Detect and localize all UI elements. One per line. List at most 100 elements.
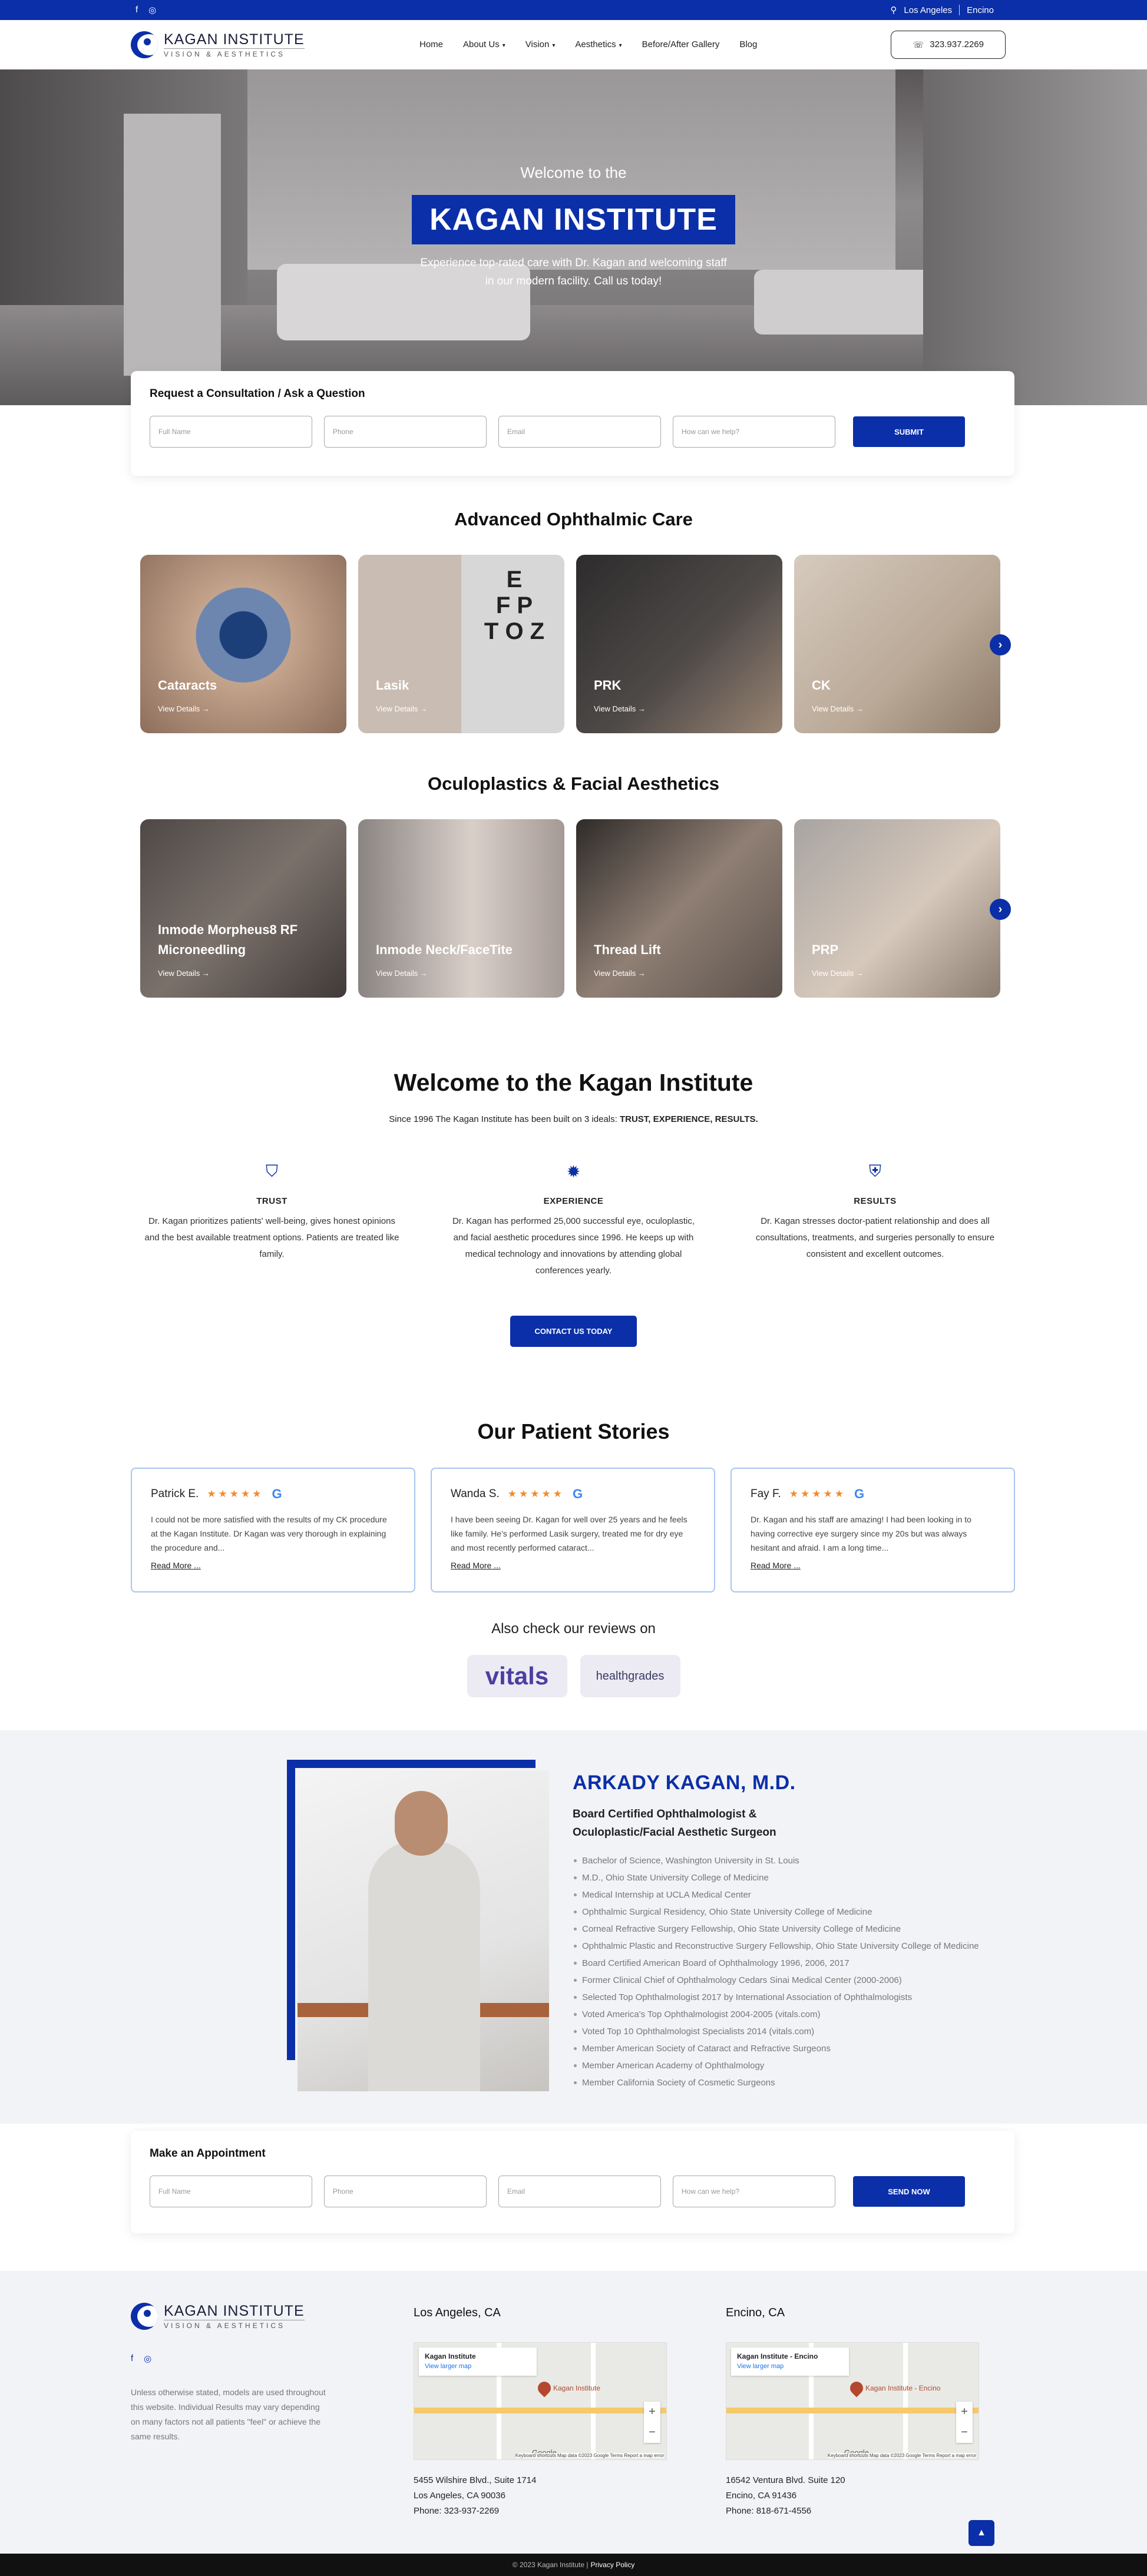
zoom-in-icon: + [649, 2405, 656, 2418]
location-los-angeles[interactable]: Los Angeles [904, 5, 952, 15]
logo[interactable]: KAGAN INSTITUTE VISION & AESTHETICS [131, 31, 414, 58]
view-details-link[interactable]: View Details → [812, 704, 864, 713]
nav-blog[interactable]: Blog [739, 39, 757, 49]
view-details-link[interactable]: View Details → [158, 969, 210, 978]
view-details-link[interactable]: View Details → [594, 969, 646, 978]
view-details-link[interactable]: View Details → [376, 969, 428, 978]
service-card-cataracts[interactable]: Cataracts View Details → [140, 555, 346, 733]
submit-button[interactable]: SUBMIT [853, 416, 965, 447]
chevron-down-icon: ▾ [619, 42, 622, 49]
view-larger-map-link[interactable]: View larger map [425, 2363, 471, 2370]
location-switcher: ⚲ Los Angeles Encino [890, 5, 994, 15]
view-details-link[interactable]: View Details → [594, 704, 646, 713]
nav-home[interactable]: Home [419, 39, 443, 49]
service-card-facetite[interactable]: Inmode Neck/FaceTite View Details → [358, 819, 564, 998]
office-phone[interactable]: Phone: 323-937-2269 [414, 2504, 667, 2519]
welcome-section: Welcome to the Kagan Institute Since 199… [0, 1069, 1147, 1347]
service-card-thread-lift[interactable]: Thread Lift View Details → [576, 819, 782, 998]
full-name-input[interactable]: Full Name [150, 416, 312, 448]
nav-about-us[interactable]: About Us ▾ [463, 39, 505, 49]
service-card-ck[interactable]: CK View Details → [794, 555, 1000, 733]
hero-title: KAGAN INSTITUTE [412, 195, 735, 244]
view-details-link[interactable]: View Details → [376, 704, 428, 713]
read-more-link[interactable]: Read More ... [151, 1561, 395, 1570]
phone-input[interactable]: Phone [324, 416, 487, 448]
email-input[interactable]: Email [498, 416, 661, 448]
footer-logo[interactable]: KAGAN INSTITUTE VISION & AESTHETICS [131, 2303, 331, 2330]
email-input[interactable]: Email [498, 2176, 661, 2207]
nav-vision[interactable]: Vision ▾ [525, 39, 556, 49]
instagram-icon[interactable]: ◎ [148, 5, 156, 15]
review-card: Fay F. ★★★★★ G Dr. Kagan and his staff are… [730, 1468, 1015, 1592]
divider [959, 5, 960, 15]
read-more-link[interactable]: Read More ... [451, 1561, 695, 1570]
service-card-prp[interactable]: PRP View Details → [794, 819, 1000, 998]
section-title: Advanced Ophthalmic Care [454, 509, 693, 529]
patient-stories: Our Patient Stories Patrick E. ★★★★★ G I c… [0, 1419, 1147, 1697]
service-card-lasik[interactable]: EF PT O Z Lasik View Details → [358, 555, 564, 733]
chevron-right-icon: › [998, 902, 1003, 916]
map-zoom-control[interactable]: + − [644, 2402, 660, 2443]
arrow-up-icon: ▲ [977, 2528, 986, 2538]
ideal-experience: ✹ EXPERIENCE Dr. Kagan has performed 25,… [447, 1158, 701, 1279]
credentials-list: Bachelor of Science, Washington Universi… [573, 1852, 1020, 2091]
phone-input[interactable]: Phone [324, 2176, 487, 2207]
ideal-trust: ⛉ TRUST Dr. Kagan prioritizes patients' … [145, 1158, 399, 1279]
map-embed[interactable]: Kagan Institute View larger map Kagan Ins… [414, 2342, 667, 2460]
healthgrades-badge[interactable]: healthgrades [580, 1655, 680, 1697]
send-now-button[interactable]: SEND NOW [853, 2176, 965, 2207]
consultation-form: Request a Consultation / Ask a Question … [131, 371, 1014, 476]
logo-mark-icon [131, 31, 158, 58]
copyright-bar: © 2023 Kagan Institute | Privacy Policy [0, 2554, 1147, 2576]
gear-badge-icon: ✹ [566, 1162, 581, 1181]
instagram-icon[interactable]: ◎ [144, 2353, 151, 2364]
map-embed[interactable]: Kagan Institute - Encino View larger map … [726, 2342, 979, 2460]
nav-gallery[interactable]: Before/After Gallery [642, 39, 720, 49]
doctor-section: ARKADY KAGAN, M.D. Board Certified Ophth… [0, 1730, 1147, 2124]
google-icon: G [854, 1486, 865, 1501]
office-encino: Encino, CA Kagan Institute - Encino View … [726, 2306, 979, 2519]
service-card-morpheus8[interactable]: Inmode Morpheus8 RF Microneedling View D… [140, 819, 346, 998]
office-los-angeles: Los Angeles, CA Kagan Institute View larg… [414, 2306, 667, 2519]
read-more-link[interactable]: Read More ... [751, 1561, 995, 1570]
zoom-out-icon: − [649, 2426, 656, 2439]
google-icon: G [572, 1486, 583, 1501]
google-icon: G [272, 1486, 282, 1501]
view-details-link[interactable]: View Details → [812, 969, 864, 978]
carousel-next-button[interactable]: › [990, 899, 1011, 920]
location-encino[interactable]: Encino [967, 5, 994, 15]
service-card-prk[interactable]: PRK View Details → [576, 555, 782, 733]
view-larger-map-link[interactable]: View larger map [737, 2363, 784, 2370]
nav-aesthetics[interactable]: Aesthetics ▾ [575, 39, 622, 49]
nav-menu: Home About Us ▾ Vision ▾ Aesthetics ▾ Befor… [419, 39, 891, 49]
facebook-icon[interactable]: f [135, 5, 138, 15]
facebook-icon[interactable]: f [131, 2353, 133, 2364]
consult-title: Request a Consultation / Ask a Question [150, 388, 365, 400]
shield-check-icon: ⛨ [868, 1161, 881, 1180]
shield-icon: ⛉ [265, 1161, 278, 1180]
message-input[interactable]: How can we help? [673, 416, 835, 448]
oculoplastics-section: Oculoplastics & Facial Aesthetics Inmode… [0, 773, 1147, 998]
phone-button[interactable]: ☏ 323.937.2269 [891, 30, 1006, 59]
privacy-policy-link[interactable]: Privacy Policy [591, 2561, 635, 2569]
doctor-subtitle: Board Certified Ophthalmologist & Oculop… [573, 1808, 776, 1839]
map-zoom-control[interactable]: + − [956, 2402, 973, 2443]
top-social: f ◎ [135, 5, 156, 15]
welcome-since: Since 1996 The Kagan Institute has been … [389, 1114, 758, 1124]
hero: Welcome to the KAGAN INSTITUTE Experienc… [0, 69, 1147, 405]
message-input[interactable]: How can we help? [673, 2176, 835, 2207]
full-name-input[interactable]: Full Name [150, 2176, 312, 2207]
disclaimer: Unless otherwise stated, models are used… [131, 2388, 326, 2441]
review-card: Patrick E. ★★★★★ G I could not be more sat… [131, 1468, 415, 1592]
chevron-down-icon: ▾ [552, 42, 556, 49]
top-bar: f ◎ ⚲ Los Angeles Encino [0, 0, 1147, 20]
contact-us-button[interactable]: CONTACT US TODAY [510, 1316, 637, 1347]
vitals-badge[interactable]: vitals [467, 1655, 567, 1697]
carousel-next-button[interactable]: › [990, 634, 1011, 655]
ophthalmic-section: Advanced Ophthalmic Care Cataracts View … [0, 509, 1147, 733]
back-to-top-button[interactable]: ▲ [968, 2520, 994, 2546]
view-details-link[interactable]: View Details → [158, 704, 210, 713]
map-pin-icon [535, 2379, 554, 2398]
office-phone[interactable]: Phone: 818-671-4556 [726, 2504, 979, 2519]
star-rating: ★★★★★ [789, 1488, 846, 1499]
